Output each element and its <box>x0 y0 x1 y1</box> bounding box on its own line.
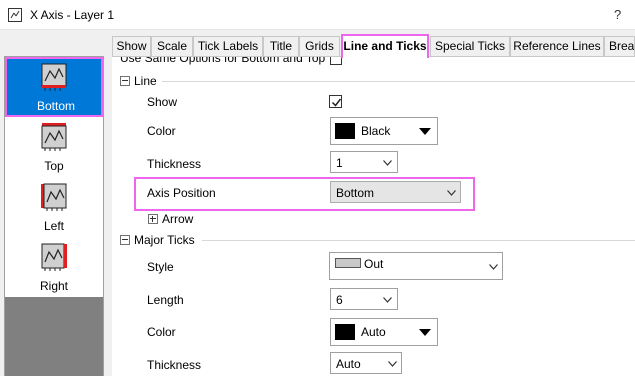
tab-title[interactable]: Title <box>263 36 299 56</box>
chevron-down-icon <box>447 190 456 196</box>
tab-show[interactable]: Show <box>112 36 151 56</box>
arrow-label: Arrow <box>162 212 194 226</box>
tab-line-and-ticks[interactable]: Line and Ticks <box>341 34 429 58</box>
line-color-dropdown[interactable]: Black <box>330 117 438 145</box>
axis-list-empty-area <box>5 297 103 376</box>
caret-down-icon <box>419 329 431 336</box>
tick-color-dropdown[interactable]: Auto <box>330 318 438 346</box>
major-ticks-section-title: Major Ticks <box>134 233 195 247</box>
axis-item-right[interactable]: Right <box>5 237 103 297</box>
bottom-axis-icon <box>41 63 67 91</box>
chevron-down-icon <box>489 264 498 270</box>
section-divider <box>202 240 635 241</box>
line-thickness-value: 1 <box>336 156 343 170</box>
tick-length-dropdown[interactable]: 6 <box>330 288 398 310</box>
tab-bar: Show Scale Tick Labels Title Grids Line … <box>112 34 635 58</box>
tick-length-value: 6 <box>336 293 343 307</box>
color-swatch-black <box>335 123 355 139</box>
tab-grids[interactable]: Grids <box>299 36 340 56</box>
left-axis-icon <box>41 183 67 211</box>
tick-style-label: Style <box>147 260 174 274</box>
tick-color-label: Color <box>147 325 176 339</box>
line-section-title: Line <box>134 74 157 88</box>
line-and-ticks-panel: Use Same Options for Bottom and Top Line… <box>112 56 635 376</box>
chevron-down-icon <box>383 160 392 166</box>
axis-list: Bottom Top Left Right <box>4 56 104 376</box>
tab-breaks[interactable]: Brea <box>604 36 635 56</box>
title-bar: X Axis - Layer 1 ? <box>0 0 635 30</box>
arrow-expand-icon[interactable] <box>148 214 158 224</box>
tick-thickness-dropdown[interactable]: Auto <box>330 352 402 374</box>
show-label: Show <box>147 95 178 109</box>
line-section-collapse-icon[interactable] <box>120 76 130 86</box>
show-checkbox[interactable] <box>329 95 342 108</box>
line-color-label: Color <box>147 124 176 138</box>
axis-item-label: Top <box>44 159 64 173</box>
axis-item-label: Left <box>43 219 64 233</box>
axis-item-label: Bottom <box>36 99 75 113</box>
axis-item-top[interactable]: Top <box>5 117 103 177</box>
color-swatch-black <box>335 324 355 340</box>
use-same-options-label: Use Same Options for Bottom and Top <box>120 56 326 65</box>
axis-position-dropdown[interactable]: Bottom <box>330 181 461 203</box>
right-axis-icon <box>41 243 67 271</box>
tab-scale[interactable]: Scale <box>151 36 193 56</box>
tick-style-value: Out <box>364 257 384 271</box>
line-color-value: Black <box>361 124 391 138</box>
help-button[interactable]: ? <box>614 7 621 22</box>
axis-position-value: Bottom <box>336 186 375 200</box>
checkmark-icon <box>331 98 342 107</box>
chevron-down-icon <box>388 361 397 367</box>
tick-thickness-value: Auto <box>336 357 361 371</box>
app-icon <box>8 8 22 22</box>
tab-reference-lines[interactable]: Reference Lines <box>510 36 604 56</box>
chevron-down-icon <box>383 297 392 303</box>
tick-out-style-icon <box>335 258 361 268</box>
tick-thickness-label: Thickness <box>147 358 202 372</box>
window-title: X Axis - Layer 1 <box>30 8 115 22</box>
axis-position-label: Axis Position <box>147 186 216 200</box>
tick-color-value: Auto <box>361 325 386 339</box>
axis-item-label: Right <box>39 279 68 293</box>
tab-special-ticks[interactable]: Special Ticks <box>430 36 510 56</box>
axis-item-bottom[interactable]: Bottom <box>5 57 103 117</box>
tab-tick-labels[interactable]: Tick Labels <box>193 36 263 56</box>
section-divider <box>162 81 635 82</box>
line-thickness-label: Thickness <box>147 157 202 171</box>
tick-style-dropdown[interactable]: Out <box>329 252 503 280</box>
line-thickness-dropdown[interactable]: 1 <box>330 151 398 173</box>
major-ticks-collapse-icon[interactable] <box>120 235 130 245</box>
caret-down-icon <box>419 128 431 135</box>
axis-item-left[interactable]: Left <box>5 177 103 237</box>
top-axis-icon <box>41 123 67 151</box>
tick-length-label: Length <box>147 293 184 307</box>
